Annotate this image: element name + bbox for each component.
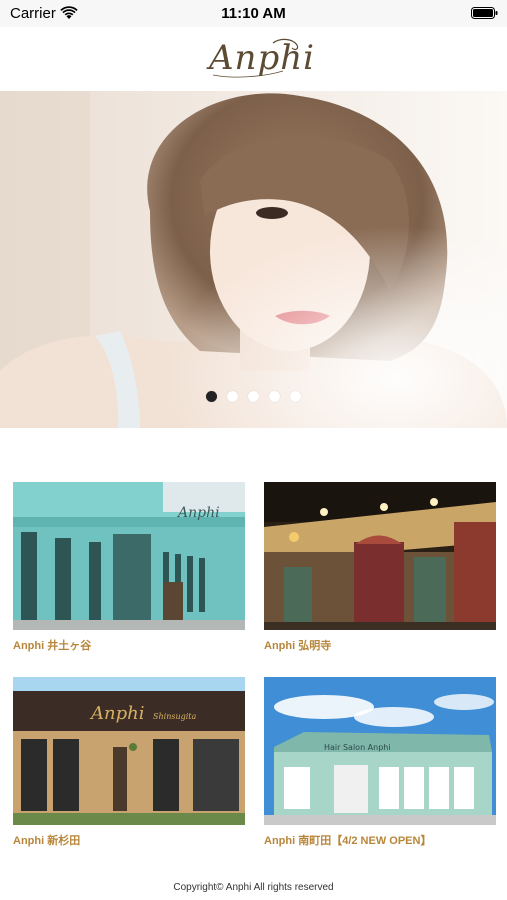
shop-card-shinsugita[interactable]: Anphi Shinsugita Anphi 新杉田: [13, 677, 245, 848]
shop-label-gumyoji[interactable]: Anphi 弘明寺: [264, 637, 496, 653]
hero-photo: [0, 91, 507, 428]
shop-label-idogaya[interactable]: Anphi 井土ヶ谷: [13, 637, 245, 653]
shop-card-minamimachida[interactable]: Hair Salon Anphi Anphi 南町田【4/2 NEW OPEN】: [264, 677, 496, 848]
shop-photo-shinsugita[interactable]: Anphi Shinsugita: [13, 677, 245, 825]
shop-photo-gumyoji[interactable]: [264, 482, 496, 630]
shop-label-shinsugita[interactable]: Anphi 新杉田: [13, 832, 245, 848]
battery-icon: [471, 7, 498, 19]
app-header: Anphi: [0, 27, 507, 91]
svg-text:Anphi: Anphi: [89, 703, 144, 724]
clock: 11:10 AM: [221, 5, 286, 22]
logo-flourish: [212, 38, 299, 78]
shop-label-minamimachida[interactable]: Anphi 南町田【4/2 NEW OPEN】: [264, 832, 496, 848]
copyright-footer: Copyright© Anphi All rights reserved: [173, 882, 334, 893]
carousel-dot-3[interactable]: [248, 391, 259, 402]
carousel-dot-1[interactable]: [206, 391, 217, 402]
status-bar: Carrier 11:10 AM: [0, 0, 507, 27]
shop-photo-minamimachida[interactable]: Hair Salon Anphi: [264, 677, 496, 825]
shop-photo-idogaya[interactable]: Anphi: [13, 482, 245, 630]
carousel-dot-4[interactable]: [269, 391, 280, 402]
hero-carousel[interactable]: [0, 91, 507, 428]
svg-text:Hair Salon Anphi: Hair Salon Anphi: [324, 743, 391, 752]
carousel-page-indicator[interactable]: [0, 391, 507, 403]
shop-card-gumyoji[interactable]: Anphi 弘明寺: [264, 482, 496, 653]
carousel-dot-2[interactable]: [227, 391, 238, 402]
svg-text:Shinsugita: Shinsugita: [153, 712, 196, 721]
carousel-dot-5[interactable]: [290, 391, 301, 402]
shop-card-idogaya[interactable]: Anphi Anphi 井土ヶ谷: [13, 482, 245, 653]
svg-text:Anphi: Anphi: [176, 505, 220, 521]
anphi-logo[interactable]: Anphi: [203, 35, 314, 81]
